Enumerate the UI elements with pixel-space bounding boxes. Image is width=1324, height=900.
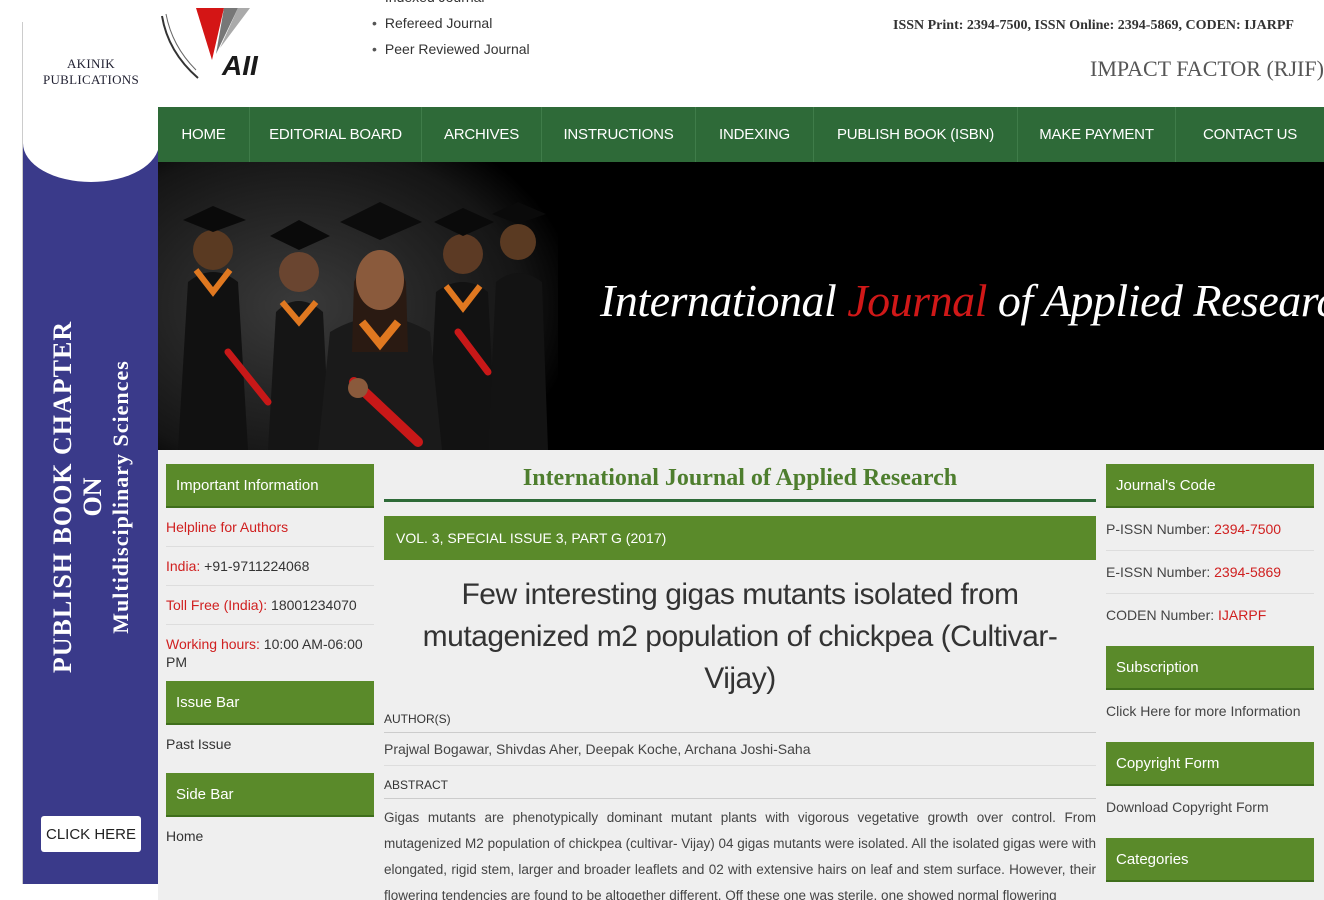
ad-title-line-1: PUBLISH BOOK CHAPTER — [48, 320, 77, 674]
nav-publish-book[interactable]: PUBLISH BOOK (ISBN) — [814, 107, 1018, 162]
right-sidebar: Journal's Code P-ISSN Number: 2394-7500 … — [1106, 464, 1314, 882]
pissn-row: P-ISSN Number: 2394-7500 — [1106, 508, 1314, 551]
important-info-heading: Important Information — [166, 464, 374, 508]
coden-label: CODEN Number: — [1106, 607, 1219, 623]
nav-indexing[interactable]: INDEXING — [696, 107, 814, 162]
eissn-value: 2394-5869 — [1214, 564, 1282, 580]
banner-title: International Journal of Applied Researc… — [600, 274, 1324, 327]
tollfree-value: 18001234070 — [267, 597, 357, 613]
issn-info: ISSN Print: 2394-7500, ISSN Online: 2394… — [893, 18, 1294, 33]
banner-title-part-2: Journal — [847, 275, 987, 326]
home-link[interactable]: Home — [166, 817, 374, 855]
left-ad-header — [23, 22, 158, 182]
left-sidebar: Important Information Helpline for Autho… — [166, 464, 374, 855]
akinik-brand: AKINIK PUBLICATIONS — [23, 56, 158, 88]
tollfree-phone: Toll Free (India): 18001234070 — [166, 586, 374, 625]
eissn-row: E-ISSN Number: 2394-5869 — [1106, 551, 1314, 594]
logo-text: AII — [222, 50, 258, 81]
journal-title: International Journal of Applied Researc… — [384, 458, 1096, 502]
categories-heading: Categories — [1106, 838, 1314, 882]
impact-factor: IMPACT FACTOR (RJIF): 8.4 — [1090, 56, 1324, 81]
journal-features-list: Indexed Journal Refereed Journal Peer Re… — [372, 0, 530, 62]
click-here-button[interactable]: CLICK HERE — [41, 816, 141, 852]
hero-banner: International Journal of Applied Researc… — [158, 162, 1324, 450]
india-label: India: — [166, 558, 201, 574]
past-issue-link[interactable]: Past Issue — [166, 725, 374, 763]
helpline-link[interactable]: Helpline for Authors — [166, 508, 374, 547]
side-bar-heading: Side Bar — [166, 773, 374, 817]
main-nav: HOME EDITORIAL BOARD ARCHIVES INSTRUCTIO… — [158, 107, 1324, 162]
nav-home[interactable]: HOME — [158, 107, 250, 162]
authors-label: AUTHOR(S) — [384, 712, 1096, 733]
copyright-heading: Copyright Form — [1106, 742, 1314, 786]
article-main: International Journal of Applied Researc… — [384, 458, 1096, 900]
nav-editorial-board[interactable]: EDITORIAL BOARD — [250, 107, 422, 162]
journals-code-heading: Journal's Code — [1106, 464, 1314, 508]
abstract-label: ABSTRACT — [384, 778, 1096, 799]
banner-title-part-1: International — [600, 275, 848, 326]
ad-title-line-3: Multidisciplinary Sciences — [108, 360, 133, 634]
ad-vertical-title: PUBLISH BOOK CHAPTER ON Multidisciplinar… — [48, 321, 134, 673]
pissn-value: 2394-7500 — [1214, 521, 1282, 537]
authors-list: Prajwal Bogawar, Shivdas Aher, Deepak Ko… — [384, 733, 1096, 766]
coden-value: IJARPF — [1218, 607, 1267, 623]
subscription-link[interactable]: Click Here for more Information — [1106, 690, 1314, 732]
issue-info-bar: VOL. 3, SPECIAL ISSUE 3, PART G (2017) — [384, 516, 1096, 560]
article-title: Few interesting gigas mutants isolated f… — [422, 578, 1058, 695]
brand-line-1: AKINIK — [66, 56, 115, 71]
abstract-text: Gigas mutants are phenotypically dominan… — [384, 810, 1096, 900]
india-phone: India: +91-9711224068 — [166, 547, 374, 586]
left-ad-banner[interactable]: AKINIK PUBLICATIONS PUBLISH BOOK CHAPTER… — [22, 22, 158, 884]
hours-label: Working hours: — [166, 636, 260, 652]
eissn-label: E-ISSN Number: — [1106, 564, 1215, 580]
graduates-photo — [158, 162, 558, 450]
ad-title-line-2: ON — [78, 477, 107, 517]
coden-row: CODEN Number: IJARPF — [1106, 594, 1314, 636]
working-hours: Working hours: 10:00 AM-06:00 PM — [166, 625, 374, 681]
subscription-heading: Subscription — [1106, 646, 1314, 690]
nav-instructions[interactable]: INSTRUCTIONS — [542, 107, 696, 162]
feature-indexed: Indexed Journal — [372, 0, 530, 10]
copyright-link[interactable]: Download Copyright Form — [1106, 786, 1314, 828]
pissn-label: P-ISSN Number: — [1106, 521, 1215, 537]
brand-line-2: PUBLICATIONS — [42, 72, 140, 87]
nav-make-payment[interactable]: MAKE PAYMENT — [1018, 107, 1176, 162]
nav-contact-us[interactable]: CONTACT US — [1176, 107, 1324, 162]
feature-peer-reviewed: Peer Reviewed Journal — [372, 36, 530, 62]
tollfree-label: Toll Free (India): — [166, 597, 268, 613]
feature-refereed: Refereed Journal — [372, 10, 530, 36]
nav-archives[interactable]: ARCHIVES — [422, 107, 542, 162]
india-value: +91-9711224068 — [200, 558, 310, 574]
issue-bar-heading: Issue Bar — [166, 681, 374, 725]
banner-title-part-3: of Applied Research — [986, 275, 1324, 326]
